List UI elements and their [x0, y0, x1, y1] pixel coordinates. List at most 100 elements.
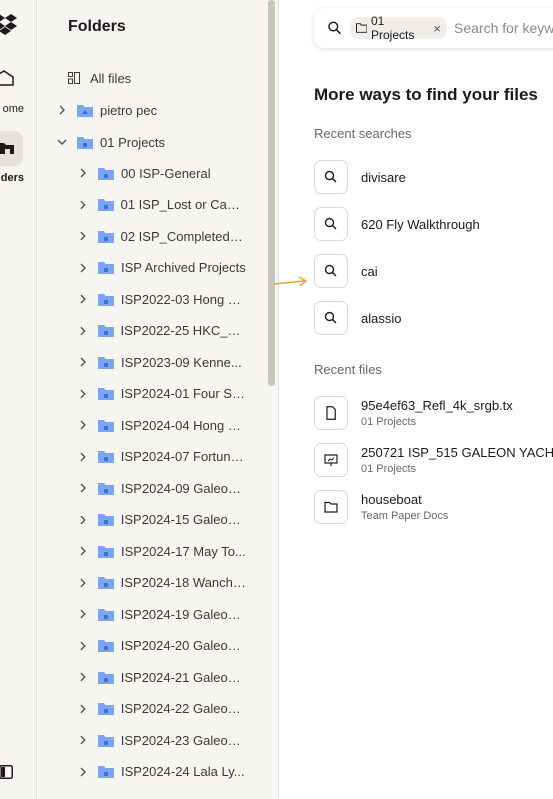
tree-item-label: ISP2024-24 Lala Ly...	[121, 764, 245, 779]
recent-file-icon-box	[314, 443, 348, 477]
team-folder-icon	[97, 451, 114, 463]
tree-item-label: ISP2024-19 Galeon ...	[120, 606, 246, 622]
recent-search-item[interactable]: cai	[314, 254, 378, 288]
tree-item-subfolder[interactable]: 01 ISP_Lost or Canc...	[78, 194, 246, 216]
recent-search-label: alassio	[361, 310, 402, 326]
tree-item-subfolder[interactable]: ISP2024-15 Galeon ...	[78, 509, 246, 531]
tree-item-label: 01 Projects	[100, 134, 166, 150]
recent-file-text: 250721 ISP_515 GALEON YACHT 01 Projects	[361, 445, 553, 475]
sidebar-toggle-icon[interactable]	[0, 765, 13, 779]
main-content: 01 Projects × More ways to find your fil…	[280, 0, 553, 799]
scope-filter-chip[interactable]: 01 Projects ×	[349, 14, 447, 42]
tree-item-subfolder[interactable]: ISP2022-25 HKC_Te...	[78, 320, 246, 342]
recent-file-item[interactable]: 95e4ef63_Refl_4k_srgb.tx 01 Projects	[314, 396, 513, 430]
team-folder-icon	[97, 199, 114, 211]
search-icon	[324, 217, 337, 230]
chevron-right-icon[interactable]	[78, 578, 88, 588]
chevron-right-icon[interactable]	[78, 420, 88, 430]
tree-item-subfolder[interactable]: ISP2024-20 Galeon ...	[78, 635, 246, 657]
search-input[interactable]	[454, 20, 553, 36]
recent-file-icon-box	[314, 396, 348, 430]
team-folder-icon	[98, 167, 114, 180]
recent-file-text: 95e4ef63_Refl_4k_srgb.tx 01 Projects	[361, 398, 513, 428]
recent-search-item[interactable]: 620 Fly Walkthrough	[314, 207, 480, 241]
recent-file-item[interactable]: 250721 ISP_515 GALEON YACHT 01 Projects	[314, 443, 553, 477]
chevron-right-icon[interactable]	[78, 609, 88, 619]
tree-item-subfolder[interactable]: ISP2024-18 Wancha...	[78, 572, 246, 594]
chevron-right-icon[interactable]	[78, 389, 88, 399]
chevron-right-icon[interactable]	[78, 200, 88, 210]
tree-scrollbar[interactable]	[268, 0, 275, 386]
tree-item-subfolder[interactable]: ISP2024-04 Hong K...	[78, 414, 246, 436]
chevron-right-icon[interactable]	[78, 641, 88, 651]
team-folder-icon	[98, 262, 114, 274]
tree-item-subfolder[interactable]: ISP2024-23 Galeon ...	[78, 729, 246, 751]
chevron-right-icon[interactable]	[57, 105, 67, 115]
tree-item-subfolder[interactable]: ISP2024-17 May To...	[78, 540, 246, 562]
chevron-right-icon[interactable]	[78, 357, 88, 367]
chevron-right-icon[interactable]	[78, 767, 88, 777]
recent-search-label: 620 Fly Walkthrough	[361, 216, 480, 232]
tree-item-subfolder[interactable]: ISP2024-07 Fortuna...	[78, 446, 246, 468]
tree-item-label: ISP2024-15 Galeon ...	[120, 512, 246, 527]
chevron-right-icon[interactable]	[78, 735, 88, 745]
tree-item-label: ISP2024-22 Galeon ...	[120, 701, 246, 716]
tree-item-subfolder[interactable]: 00 ISP-General	[78, 162, 246, 184]
recent-file-location: 01 Projects	[361, 463, 417, 475]
tree-item-subfolder[interactable]: ISP Archived Projects	[78, 257, 246, 279]
tree-item-subfolder[interactable]: ISP2023-09 Kenne...	[78, 351, 246, 373]
tree-item-all-files[interactable]: All files	[68, 67, 131, 89]
tree-item-label: ISP Archived Projects	[121, 260, 246, 275]
chevron-right-icon[interactable]	[78, 263, 88, 273]
search-bar[interactable]: 01 Projects ×	[314, 8, 553, 48]
chevron-right-icon[interactable]	[78, 546, 88, 556]
chevron-right-icon[interactable]	[78, 326, 88, 336]
recent-search-icon-box	[314, 207, 348, 241]
tree-item-subfolder[interactable]: ISP2022-03 Hong K...	[78, 288, 246, 310]
team-folder-icon	[97, 703, 114, 715]
tree-item-label: ISP2024-17 May To...	[121, 543, 246, 559]
tree-item-label: ISP2024-04 Hong K...	[120, 417, 246, 433]
tree-item-label: ISP2022-03 Hong K...	[120, 291, 246, 307]
nav-home-label[interactable]: ome	[0, 103, 24, 115]
folders-icon[interactable]	[0, 140, 14, 156]
chevron-right-icon[interactable]	[78, 168, 88, 178]
tree-item-subfolder[interactable]: ISP2024-09 Galeon...	[78, 477, 246, 499]
tree-item-01-projects[interactable]: 01 Projects	[57, 131, 165, 153]
chevron-right-icon[interactable]	[78, 672, 88, 682]
panel-title: Folders	[68, 18, 126, 35]
recent-file-name: 250721 ISP_515 GALEON YACHT	[361, 445, 553, 460]
search-icon	[324, 170, 337, 183]
tree-item-label: ISP2024-09 Galeon...	[121, 480, 246, 496]
nav-folders-label[interactable]: lders	[0, 172, 24, 184]
chevron-right-icon[interactable]	[78, 452, 88, 462]
recent-search-icon-box	[314, 254, 348, 288]
tree-item-label: ISP2024-20 Galeon ...	[120, 638, 246, 653]
tree-item-subfolder[interactable]: ISP2024-24 Lala Ly...	[78, 761, 246, 783]
dropbox-logo-icon[interactable]	[0, 12, 18, 36]
tree-item-label: pietro pec	[100, 102, 158, 118]
chevron-right-icon[interactable]	[78, 704, 88, 714]
chevron-right-icon[interactable]	[78, 294, 88, 304]
tree-item-subfolder[interactable]: ISP2024-21 Galeon ...	[78, 666, 246, 688]
recent-file-item[interactable]: houseboat Team Paper Docs	[314, 490, 448, 524]
tree-item-pietro-pec[interactable]: pietro pec	[57, 99, 157, 121]
team-folder-icon	[97, 734, 114, 747]
team-folder-icon	[97, 388, 114, 400]
recent-search-item[interactable]: alassio	[314, 301, 401, 335]
tree-item-subfolder[interactable]: ISP2024-19 Galeon ...	[78, 603, 246, 625]
chevron-right-icon[interactable]	[78, 483, 88, 493]
tree-item-subfolder[interactable]: 02 ISP_Completed P...	[78, 225, 246, 247]
chevron-down-icon[interactable]	[57, 137, 67, 147]
tree-item-subfolder[interactable]: ISP2024-22 Galeon ...	[78, 698, 246, 720]
tree-item-subfolder[interactable]: ISP2024-01 Four Se...	[78, 383, 246, 405]
chip-remove-icon[interactable]: ×	[433, 21, 441, 36]
tree-item-label: ISP2024-21 Galeon ...	[120, 669, 246, 685]
tree-item-label: 02 ISP_Completed P...	[120, 228, 246, 244]
tree-item-label: ISP2024-23 Galeon ...	[120, 732, 246, 748]
team-folder-icon	[97, 325, 114, 337]
home-icon[interactable]	[0, 70, 14, 86]
chevron-right-icon[interactable]	[78, 515, 88, 525]
recent-search-item[interactable]: divisare	[314, 160, 406, 194]
chevron-right-icon[interactable]	[78, 231, 88, 241]
